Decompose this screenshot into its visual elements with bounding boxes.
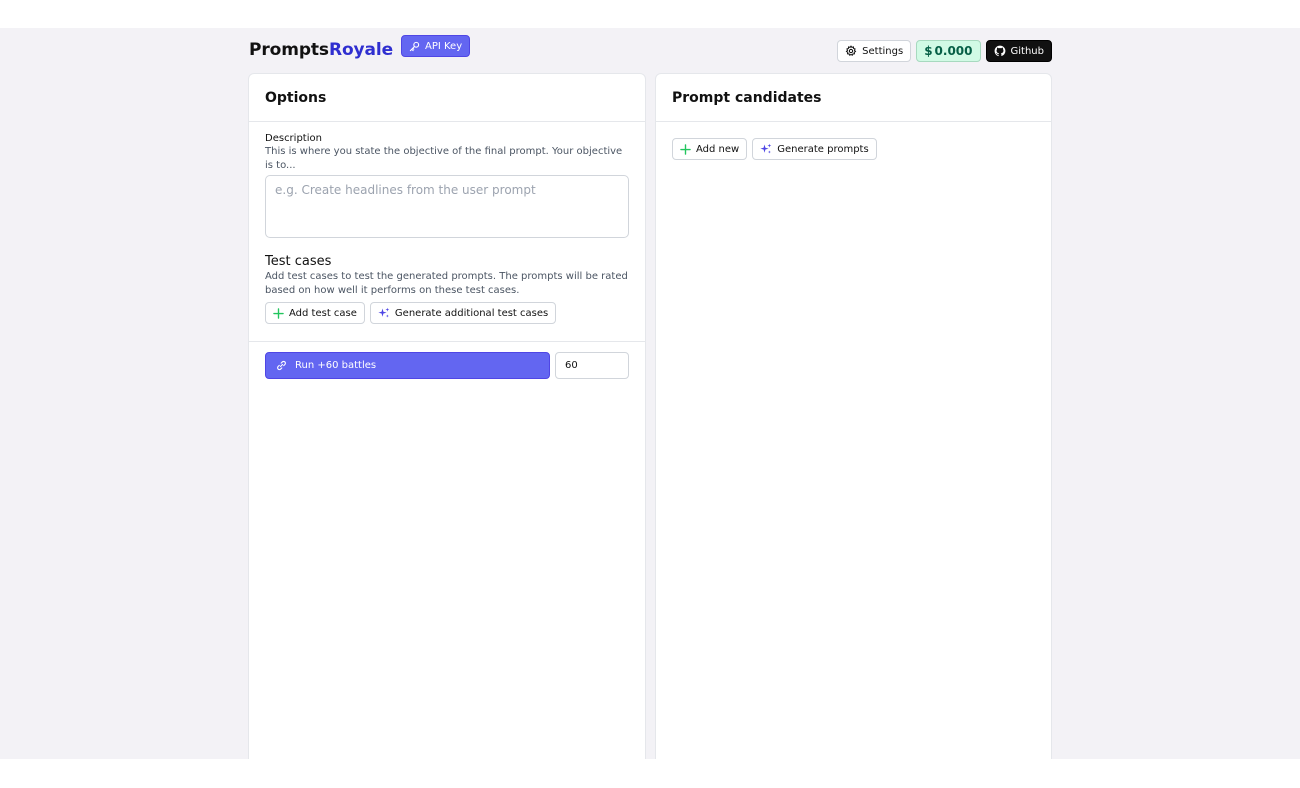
generate-test-cases-label: Generate additional test cases bbox=[394, 307, 549, 319]
sparkles-icon bbox=[760, 143, 772, 155]
github-icon bbox=[994, 45, 1006, 57]
cost-badge[interactable]: $ 0.000 bbox=[916, 40, 981, 62]
github-label: Github bbox=[1010, 45, 1044, 57]
description-label: Description bbox=[265, 133, 322, 144]
run-battles-button[interactable]: Run +60 battles bbox=[265, 352, 550, 379]
options-title: Options bbox=[265, 90, 327, 106]
brand-primary: Prompts bbox=[249, 40, 329, 60]
gear-icon bbox=[845, 45, 857, 57]
test-cases-help: Add test cases to test the generated pro… bbox=[265, 271, 628, 296]
github-button[interactable]: Github bbox=[985, 40, 1052, 62]
brand-logo[interactable]: PromptsRoyale bbox=[249, 40, 393, 60]
options-header: Options bbox=[249, 74, 645, 122]
header-actions: Settings $ 0.000 Github bbox=[837, 40, 1052, 62]
options-panel: Options Description This is where you st… bbox=[248, 73, 646, 759]
app-background: PromptsRoyale API Key Settings $ 0.000 G… bbox=[0, 28, 1300, 759]
battles-count-input[interactable] bbox=[555, 352, 629, 379]
generate-prompts-label: Generate prompts bbox=[777, 143, 869, 155]
cost-value: 0.000 bbox=[934, 44, 973, 58]
settings-label: Settings bbox=[862, 45, 904, 57]
add-new-button[interactable]: Add new bbox=[672, 138, 748, 160]
link-icon bbox=[276, 360, 287, 371]
sparkles-icon bbox=[378, 307, 390, 319]
run-row: Run +60 battles bbox=[249, 342, 645, 379]
brand-accent: Royale bbox=[328, 40, 394, 60]
plus-icon bbox=[273, 307, 284, 319]
candidate-actions: Add new Generate prompts bbox=[656, 122, 1051, 160]
run-battles-label: Run +60 battles bbox=[295, 360, 377, 371]
top-bar: PromptsRoyale API Key Settings $ 0.000 G… bbox=[248, 28, 1052, 73]
plus-icon bbox=[680, 143, 691, 155]
settings-button[interactable]: Settings bbox=[837, 40, 912, 62]
candidates-header: Prompt candidates bbox=[656, 74, 1051, 122]
generate-test-cases-button[interactable]: Generate additional test cases bbox=[369, 302, 557, 324]
main-container: PromptsRoyale API Key Settings $ 0.000 G… bbox=[248, 28, 1052, 759]
candidates-title: Prompt candidates bbox=[672, 90, 822, 106]
description-section: Description This is where you state the … bbox=[249, 122, 645, 324]
test-cases-title: Test cases bbox=[265, 254, 332, 269]
test-case-actions: Add test case Generate additional test c… bbox=[265, 302, 629, 324]
prompt-candidates-panel: Prompt candidates Add new Generate promp… bbox=[655, 73, 1052, 759]
add-test-case-button[interactable]: Add test case bbox=[265, 302, 365, 324]
key-icon bbox=[409, 41, 420, 52]
description-help: This is where you state the objective of… bbox=[265, 146, 623, 171]
generate-prompts-button[interactable]: Generate prompts bbox=[752, 138, 877, 160]
api-key-button[interactable]: API Key bbox=[401, 35, 471, 57]
add-test-case-label: Add test case bbox=[289, 307, 357, 319]
api-key-label: API Key bbox=[425, 40, 463, 52]
dollar-icon: $ bbox=[924, 44, 933, 58]
add-new-label: Add new bbox=[696, 143, 740, 155]
description-input[interactable] bbox=[265, 175, 629, 238]
